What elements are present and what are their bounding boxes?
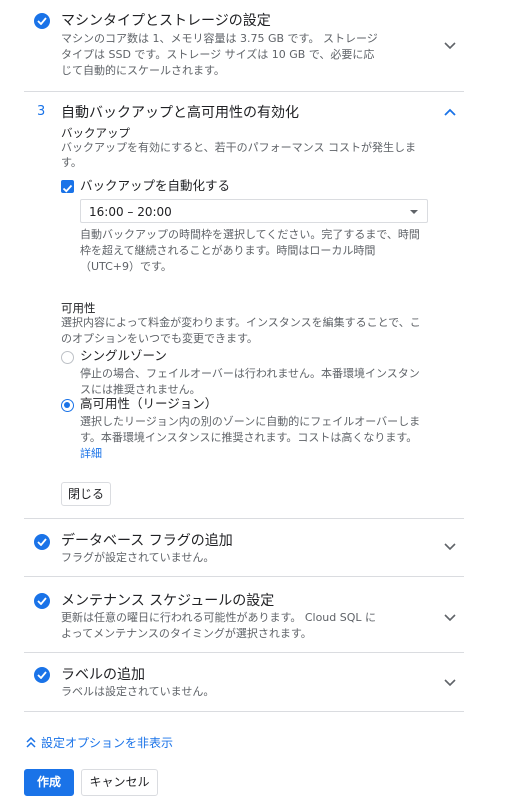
section-database-flags[interactable]: データベース フラグの追加 フラグが設定されていません。 (24, 519, 464, 577)
section-description-line3: じて自動的にスケールされます。 (61, 64, 225, 77)
backup-window-value: 16:00 – 20:00 (89, 205, 172, 219)
check-circle-icon (34, 593, 50, 609)
section-backup-availability: 3 自動バックアップと高可用性の有効化 バックアップ バックアップを有効にすると… (24, 92, 464, 519)
section-title: データベース フラグの追加 (61, 533, 233, 549)
single-zone-radio[interactable] (61, 351, 74, 364)
close-button[interactable]: 閉じる (61, 482, 111, 506)
check-circle-icon (34, 534, 50, 550)
availability-description-line2: のオプションをいつでも変更できます。 (61, 332, 258, 345)
regional-label[interactable]: 高可用性（リージョン） (80, 397, 217, 411)
single-zone-description-line2: スには推奨されません。 (80, 383, 201, 396)
regional-description-line1: 選択したリージョン内の別のゾーンに自動的にフェイルオーバーしま (80, 415, 421, 428)
backup-description-line1: バックアップを有効にすると、若干のパフォーマンス コストが発生しま (61, 141, 416, 154)
double-chevron-up-icon (26, 736, 36, 748)
section-title: マシンタイプとストレージの設定 (61, 13, 271, 29)
regional-radio[interactable] (61, 399, 74, 412)
auto-backup-checkbox[interactable] (61, 180, 74, 193)
chevron-down-icon[interactable] (442, 38, 458, 54)
section-machine-storage[interactable]: マシンタイプとストレージの設定 マシンのコア数は 1、メモリ容量は 3.75 G… (24, 0, 464, 92)
section-labels[interactable]: ラベルの追加 ラベルは設定されていません。 (24, 653, 464, 712)
section-description-line2: タイプは SSD です。ストレージ サイズは 10 GB で、必要に応 (61, 48, 375, 61)
backup-window-help-line2: 枠を超えて継続されることがあります。時間はローカル時間 (80, 244, 376, 257)
section-description-line1: マシンのコア数は 1、メモリ容量は 3.75 GB です。 ストレージ (61, 32, 378, 45)
chevron-down-icon[interactable] (442, 539, 458, 555)
chevron-up-icon[interactable] (442, 104, 458, 120)
section-description-line2: よってメンテナンスのタイミングが選択されます。 (61, 627, 312, 640)
hide-options-label[interactable]: 設定オプションを非表示 (41, 734, 173, 751)
availability-description-line1: 選択内容によって料金が変わります。インスタンスを編集することで、こ (61, 316, 421, 329)
backup-label: バックアップ (61, 126, 130, 140)
create-button[interactable]: 作成 (24, 769, 74, 796)
check-circle-icon (34, 667, 50, 683)
section-title: 自動バックアップと高可用性の有効化 (61, 105, 299, 121)
single-zone-description-line1: 停止の場合、フェイルオーバーは行われません。本番環境インスタン (80, 367, 420, 380)
checkmark-icon (62, 184, 73, 193)
chevron-down-icon[interactable] (442, 610, 458, 626)
section-title: ラベルの追加 (61, 667, 145, 683)
details-link[interactable]: 詳細 (80, 446, 102, 461)
section-description: ラベルは設定されていません。 (61, 685, 215, 698)
auto-backup-label[interactable]: バックアップを自動化する (80, 179, 230, 193)
cancel-button[interactable]: キャンセル (81, 769, 158, 796)
step-number: 3 (37, 104, 46, 119)
section-description: フラグが設定されていません。 (61, 551, 215, 564)
check-circle-icon (34, 13, 50, 29)
dropdown-arrow-icon (410, 210, 418, 214)
chevron-down-icon[interactable] (442, 675, 458, 691)
backup-window-help-line1: 自動バックアップの時間枠を選択してください。完了するまで、時間 (80, 228, 420, 241)
backup-window-select[interactable]: 16:00 – 20:00 (80, 199, 428, 223)
section-title: メンテナンス スケジュールの設定 (61, 593, 275, 609)
regional-description-line2: す。本番環境インスタンスに推奨されます。コストは高くなります。 (80, 431, 418, 444)
availability-label: 可用性 (61, 301, 96, 315)
backup-window-help-line3: （UTC+9）です。 (80, 260, 172, 273)
section-description-line1: 更新は任意の曜日に行われる可能性があります。 Cloud SQL に (61, 611, 377, 624)
backup-description-line2: す。 (61, 156, 82, 169)
single-zone-label[interactable]: シングルゾーン (80, 349, 167, 363)
section-maintenance-schedule[interactable]: メンテナンス スケジュールの設定 更新は任意の曜日に行われる可能性があります。 … (24, 577, 464, 653)
